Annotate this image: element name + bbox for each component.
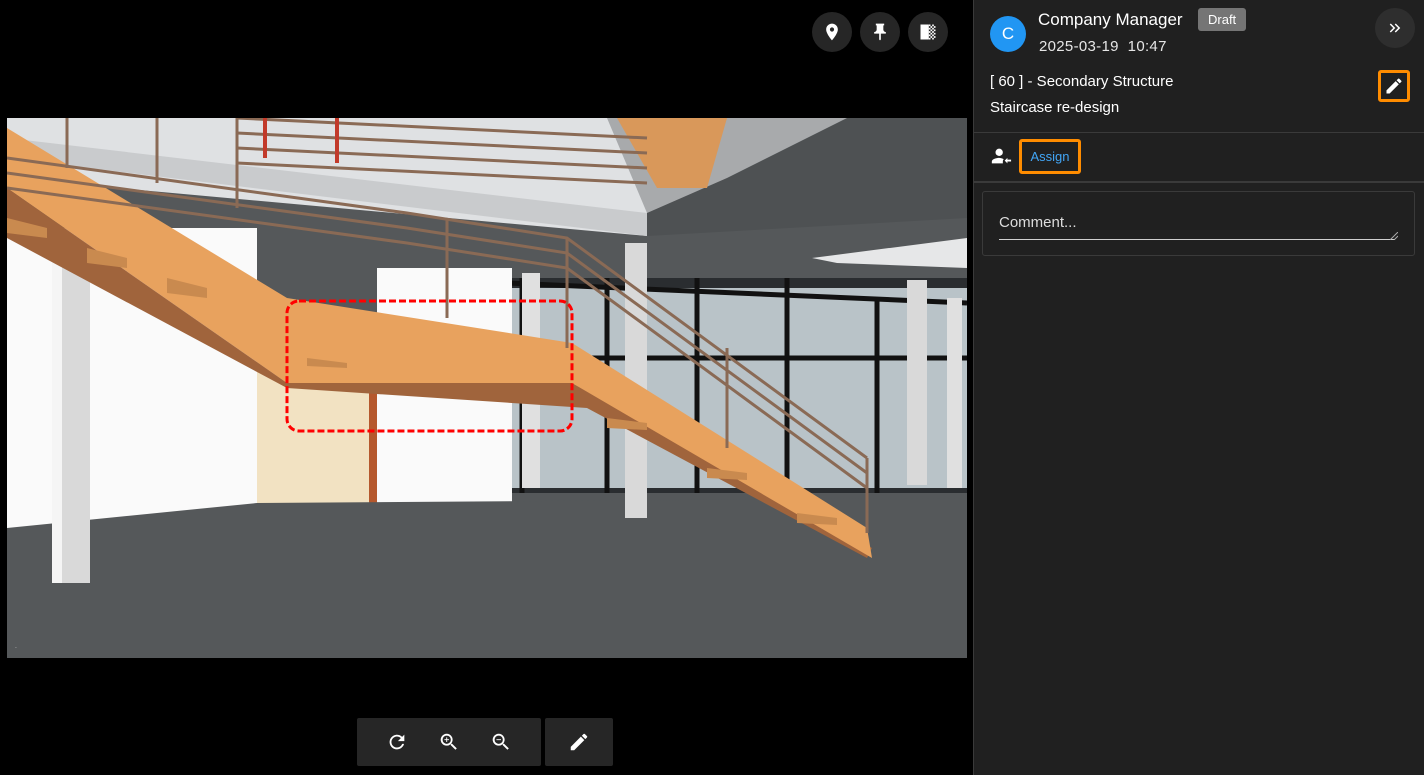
issue-detail-panel: C Company Manager Draft 2025-03-19 10:47… [973,0,1424,775]
pin-button[interactable] [860,12,900,52]
timestamp: 2025-03-19 10:47 [1039,38,1167,55]
zoom-in-icon [440,733,457,750]
location-pin-button[interactable] [812,12,852,52]
edit-issue-button[interactable] [1378,70,1410,102]
checkerboard-icon [920,24,936,40]
assign-button[interactable]: Assign [1019,139,1081,174]
zoom-out-icon [492,733,509,750]
pencil-icon [570,733,588,751]
divider [974,132,1424,133]
markup-tools-group [545,718,613,766]
draw-markup-button[interactable] [553,718,605,766]
issue-title: Staircase re-design [990,99,1120,116]
comment-input[interactable]: Comment... [999,210,1395,240]
collapse-panel-button[interactable] [1375,8,1415,48]
avatar: C [990,16,1026,52]
divider [974,181,1424,183]
3d-model-view[interactable]: · [7,118,967,658]
status-badge: Draft [1198,8,1247,31]
resize-handle-icon[interactable] [1390,232,1398,240]
assign-user-icon [990,145,1012,167]
double-chevron-right-icon [1389,23,1401,33]
svg-text:·: · [15,645,17,652]
zoom-out-button[interactable] [475,718,527,766]
checkerboard-button[interactable] [908,12,948,52]
viewer-bottom-toolbar [357,718,613,766]
staircase-render: · [7,118,967,658]
pin-icon [874,23,886,41]
view-tools-group [357,718,541,766]
reset-view-button[interactable] [371,718,423,766]
author-name: Company Manager [1038,10,1183,29]
comment-box: Comment... [982,191,1415,256]
refresh-icon [389,734,405,750]
viewer-top-toolbar [812,12,948,52]
issue-number: [ 60 ] - Secondary Structure [990,73,1174,90]
zoom-in-button[interactable] [423,718,475,766]
location-pin-icon [826,23,838,41]
pencil-icon [1386,78,1402,94]
time-text: 10:47 [1127,38,1167,55]
viewer: · [0,0,973,775]
date-text: 2025-03-19 [1039,38,1119,55]
